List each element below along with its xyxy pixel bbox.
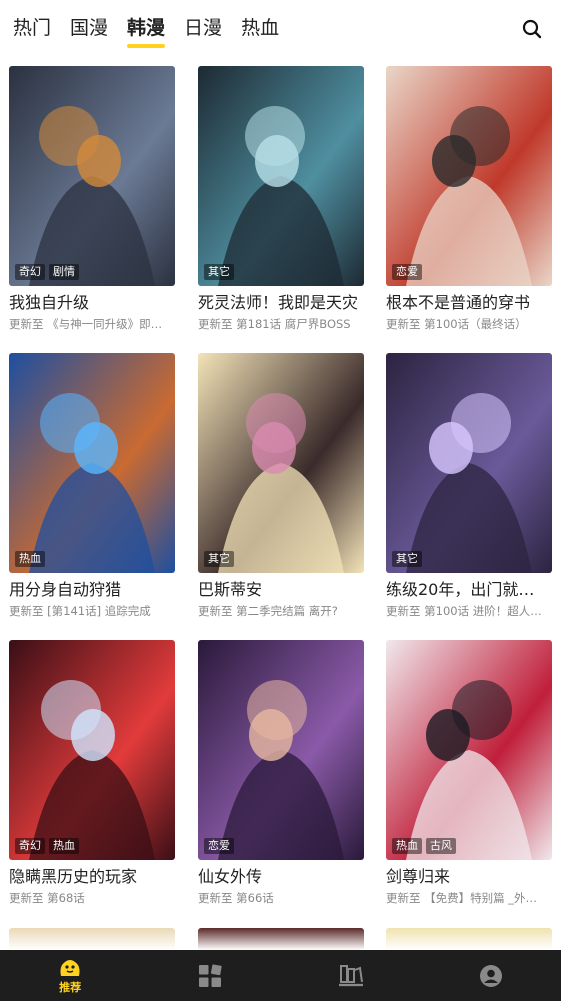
genre-tags: 热血 (15, 551, 45, 567)
comic-update-info: 更新至 【免费】特别篇 _外… (386, 891, 538, 905)
nav-profile[interactable] (421, 950, 561, 1001)
genre-tag: 奇幻 (15, 264, 45, 280)
tab-chinese-comics[interactable]: 国漫 (70, 14, 108, 42)
comic-update-info: 更新至 第181话 腐尸界BOSS (198, 317, 351, 331)
comic-card[interactable]: 其它死灵法师！我即是天灾更新至 第181话 腐尸界BOSS (198, 66, 364, 332)
genre-tag: 其它 (204, 264, 234, 280)
comic-title[interactable]: 隐瞒黑历史的玩家 (9, 866, 175, 888)
duck-icon (60, 960, 80, 976)
genre-tag: 热血 (15, 551, 45, 567)
bottom-nav: 推荐 (0, 950, 561, 1001)
comic-update-info: 更新至 第66话 (198, 891, 274, 905)
comic-cover-peek[interactable] (198, 928, 364, 950)
comic-update-info: 更新至 [第141话] 追踪完成 (9, 604, 151, 618)
nav-category[interactable] (140, 950, 280, 1001)
genre-tag: 恋爱 (204, 838, 234, 854)
comic-update-info: 更新至 第100话 进阶！超人… (386, 604, 542, 618)
tab-japanese-comics[interactable]: 日漫 (184, 14, 222, 42)
comic-cover[interactable]: 奇幻 热血 (9, 640, 175, 860)
genre-tags: 奇幻 热血 (15, 838, 79, 854)
search-icon (522, 19, 542, 39)
genre-tags: 其它 (392, 551, 422, 567)
comic-title[interactable]: 我独自升级 (9, 292, 175, 314)
comic-update-info: 更新至 第68话 (9, 891, 85, 905)
genre-tag: 古风 (426, 838, 456, 854)
user-icon (479, 964, 502, 987)
comic-card[interactable]: 奇幻 热血隐瞒黑历史的玩家更新至 第68话 (9, 640, 175, 906)
genre-tags: 热血 古风 (392, 838, 456, 854)
genre-tag: 奇幻 (15, 838, 45, 854)
comic-card[interactable]: 其它练级20年，出门就… 更新至 第100话 进阶！超人… (386, 353, 552, 619)
genre-tag: 其它 (392, 551, 422, 567)
genre-tag: 恋爱 (392, 264, 422, 280)
comic-update-info: 更新至 《与神一同升级》即… (9, 317, 163, 331)
genre-tag: 热血 (49, 838, 79, 854)
comic-card[interactable]: 热血 古风剑尊归来更新至 【免费】特别篇 _外… (386, 640, 552, 906)
comic-card[interactable]: 热血用分身自动狩猎更新至 [第141话] 追踪完成 (9, 353, 175, 619)
comic-title[interactable]: 用分身自动狩猎 (9, 579, 175, 601)
genre-tags: 其它 (204, 551, 234, 567)
comic-cover[interactable]: 其它 (386, 353, 552, 573)
genre-tags: 恋爱 (204, 838, 234, 854)
comic-cover[interactable]: 热血 古风 (386, 640, 552, 860)
comic-title[interactable]: 死灵法师！我即是天灾 (198, 292, 364, 314)
comic-cover[interactable]: 奇幻 剧情 (9, 66, 175, 286)
comic-cover[interactable]: 其它 (198, 66, 364, 286)
top-bar: 热门 国漫 韩漫 日漫 热血 (0, 0, 561, 58)
genre-tag: 剧情 (49, 264, 79, 280)
comic-card[interactable]: 奇幻 剧情我独自升级更新至 《与神一同升级》即… (9, 66, 175, 332)
category-tabs: 热门 国漫 韩漫 日漫 热血 (13, 14, 279, 48)
comic-title[interactable]: 根本不是普通的穿书 (386, 292, 552, 314)
comic-title[interactable]: 巴斯蒂安 (198, 579, 364, 601)
comic-cover-peek[interactable] (386, 928, 552, 950)
comic-update-info: 更新至 第二季完结篇 离开? (198, 604, 338, 618)
comic-card[interactable]: 恋爱仙女外传更新至 第66话 (198, 640, 364, 906)
comic-update-info: 更新至 第100话（最终话） (386, 317, 527, 331)
genre-tag: 热血 (392, 838, 422, 854)
comic-cover[interactable]: 恋爱 (386, 66, 552, 286)
genre-tags: 奇幻 剧情 (15, 264, 79, 280)
tab-hot[interactable]: 热门 (13, 14, 51, 42)
tab-korean-comics[interactable]: 韩漫 (127, 14, 166, 48)
nav-recommend[interactable]: 推荐 (0, 950, 140, 1001)
comic-title[interactable]: 练级20年，出门就… (386, 579, 552, 601)
comic-cover-peek[interactable] (9, 928, 175, 950)
grid-icon (199, 963, 223, 987)
nav-bookshelf[interactable] (281, 950, 421, 1001)
genre-tags: 恋爱 (392, 264, 422, 280)
comic-cover[interactable]: 热血 (9, 353, 175, 573)
comic-title[interactable]: 剑尊归来 (386, 866, 552, 888)
bookshelf-icon (338, 964, 363, 986)
nav-recommend-label: 推荐 (59, 981, 82, 994)
genre-tag: 其它 (204, 551, 234, 567)
comic-card[interactable]: 其它巴斯蒂安更新至 第二季完结篇 离开? (198, 353, 364, 619)
comic-cover[interactable]: 其它 (198, 353, 364, 573)
genre-tags: 其它 (204, 264, 234, 280)
comic-title[interactable]: 仙女外传 (198, 866, 364, 888)
tab-action[interactable]: 热血 (241, 14, 279, 42)
search-button[interactable] (520, 17, 544, 41)
comic-card[interactable]: 恋爱根本不是普通的穿书更新至 第100话（最终话） (386, 66, 552, 332)
comic-cover[interactable]: 恋爱 (198, 640, 364, 860)
